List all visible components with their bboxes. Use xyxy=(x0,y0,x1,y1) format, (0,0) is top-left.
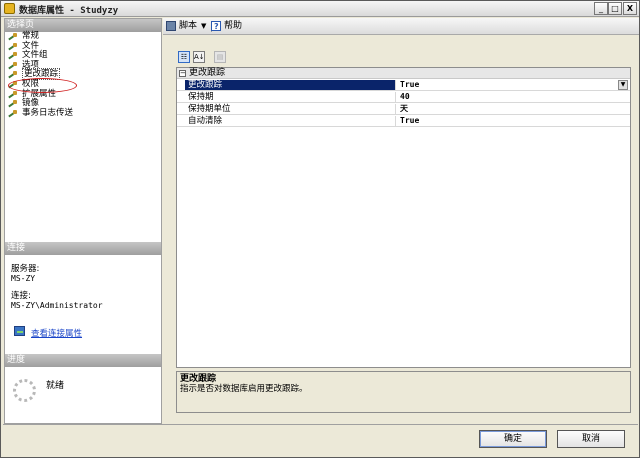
alphabetical-sort-button[interactable]: A↓ xyxy=(193,51,205,63)
server-label: 服务器: xyxy=(11,264,40,274)
property-pages-button: ▤ xyxy=(214,51,226,63)
connection-header: 连接 xyxy=(5,242,161,255)
help-icon xyxy=(211,20,221,33)
progress-status: 就绪 xyxy=(46,381,65,391)
progress-spinner-icon xyxy=(13,379,36,402)
description-title: 更改跟踪 xyxy=(180,374,217,384)
highlight-annotation xyxy=(8,78,77,93)
property-value[interactable]: 天 xyxy=(397,104,630,114)
server-value: MS-ZY xyxy=(11,274,36,283)
database-icon xyxy=(4,3,15,14)
property-value[interactable]: True xyxy=(397,116,630,126)
page-icon xyxy=(8,61,19,70)
connection-value: MS-ZY\Administrator xyxy=(11,301,103,310)
property-name: 更改跟踪 xyxy=(185,80,396,90)
property-row-auto-cleanup[interactable]: 自动清除 True xyxy=(177,116,630,127)
page-icon xyxy=(8,100,19,108)
script-button[interactable]: 脚本 xyxy=(166,20,197,33)
toolbar: 脚本 ▼ 帮助 xyxy=(163,18,639,35)
close-button[interactable]: X xyxy=(623,2,637,15)
dropdown-arrow-icon[interactable]: ▼ xyxy=(618,80,628,90)
help-button[interactable]: 帮助 xyxy=(211,20,242,33)
description-text: 指示是否对数据库启用更改跟踪。 xyxy=(180,384,308,394)
cancel-button[interactable]: 取消 xyxy=(557,430,625,448)
script-dropdown-arrow-icon[interactable]: ▼ xyxy=(201,22,206,30)
title-bar: 数据库属性 - Studyzy _ □ X xyxy=(1,1,639,17)
page-icon xyxy=(8,90,19,99)
page-icon xyxy=(8,52,19,60)
property-value-dropdown[interactable]: True xyxy=(397,80,630,90)
property-grid: − 更改跟踪 更改跟踪 True ▼ 保持期 40 保持期单位 天 自动清除 T… xyxy=(176,67,631,368)
ok-button[interactable]: 确定 xyxy=(479,430,547,448)
progress-header: 进度 xyxy=(5,354,161,367)
page-icon xyxy=(8,33,19,41)
property-value[interactable]: 40 xyxy=(397,92,630,102)
window-title: 数据库属性 - Studyzy xyxy=(19,6,119,16)
progress-area: 就绪 xyxy=(5,370,161,423)
description-panel: 更改跟踪 指示是否对数据库启用更改跟踪。 xyxy=(176,371,631,413)
property-name: 保持期 xyxy=(185,92,396,102)
property-name: 自动清除 xyxy=(185,116,396,126)
page-icon xyxy=(8,42,19,51)
category-row[interactable]: − 更改跟踪 xyxy=(177,68,630,79)
categorized-view-button[interactable]: ☷ xyxy=(178,51,190,63)
property-name: 保持期单位 xyxy=(185,104,396,114)
left-pane: 选择页 常规 文件 文件组 选项 更改跟踪 权限 扩展属性 镜像 事务日志传送 … xyxy=(4,18,162,424)
connection-label: 连接: xyxy=(11,291,31,301)
footer-divider xyxy=(3,424,638,425)
page-list: 常规 文件 文件组 选项 更改跟踪 权限 扩展属性 镜像 事务日志传送 xyxy=(5,31,161,119)
property-row-retention-period[interactable]: 保持期 40 xyxy=(177,92,630,103)
page-item-log-shipping[interactable]: 事务日志传送 xyxy=(5,108,161,119)
connection-info: 服务器: MS-ZY 连接: MS-ZY\Administrator 查看连接属… xyxy=(5,259,161,355)
grid-view-toolbar: ☷ A↓ ▤ xyxy=(176,51,236,64)
minimize-button[interactable]: _ xyxy=(594,2,608,15)
script-icon xyxy=(166,21,176,31)
property-row-change-tracking[interactable]: 更改跟踪 True ▼ xyxy=(177,80,630,91)
connection-properties-icon xyxy=(14,326,25,336)
page-icon xyxy=(8,109,19,118)
database-properties-window: 数据库属性 - Studyzy _ □ X 选择页 常规 文件 文件组 选项 更… xyxy=(0,0,640,458)
category-label: 更改跟踪 xyxy=(189,68,226,78)
view-connection-properties-link[interactable]: 查看连接属性 xyxy=(31,327,82,339)
maximize-button[interactable]: □ xyxy=(608,2,622,15)
page-icon xyxy=(8,71,19,79)
collapse-icon[interactable]: − xyxy=(179,70,186,77)
property-row-retention-unit[interactable]: 保持期单位 天 xyxy=(177,104,630,115)
